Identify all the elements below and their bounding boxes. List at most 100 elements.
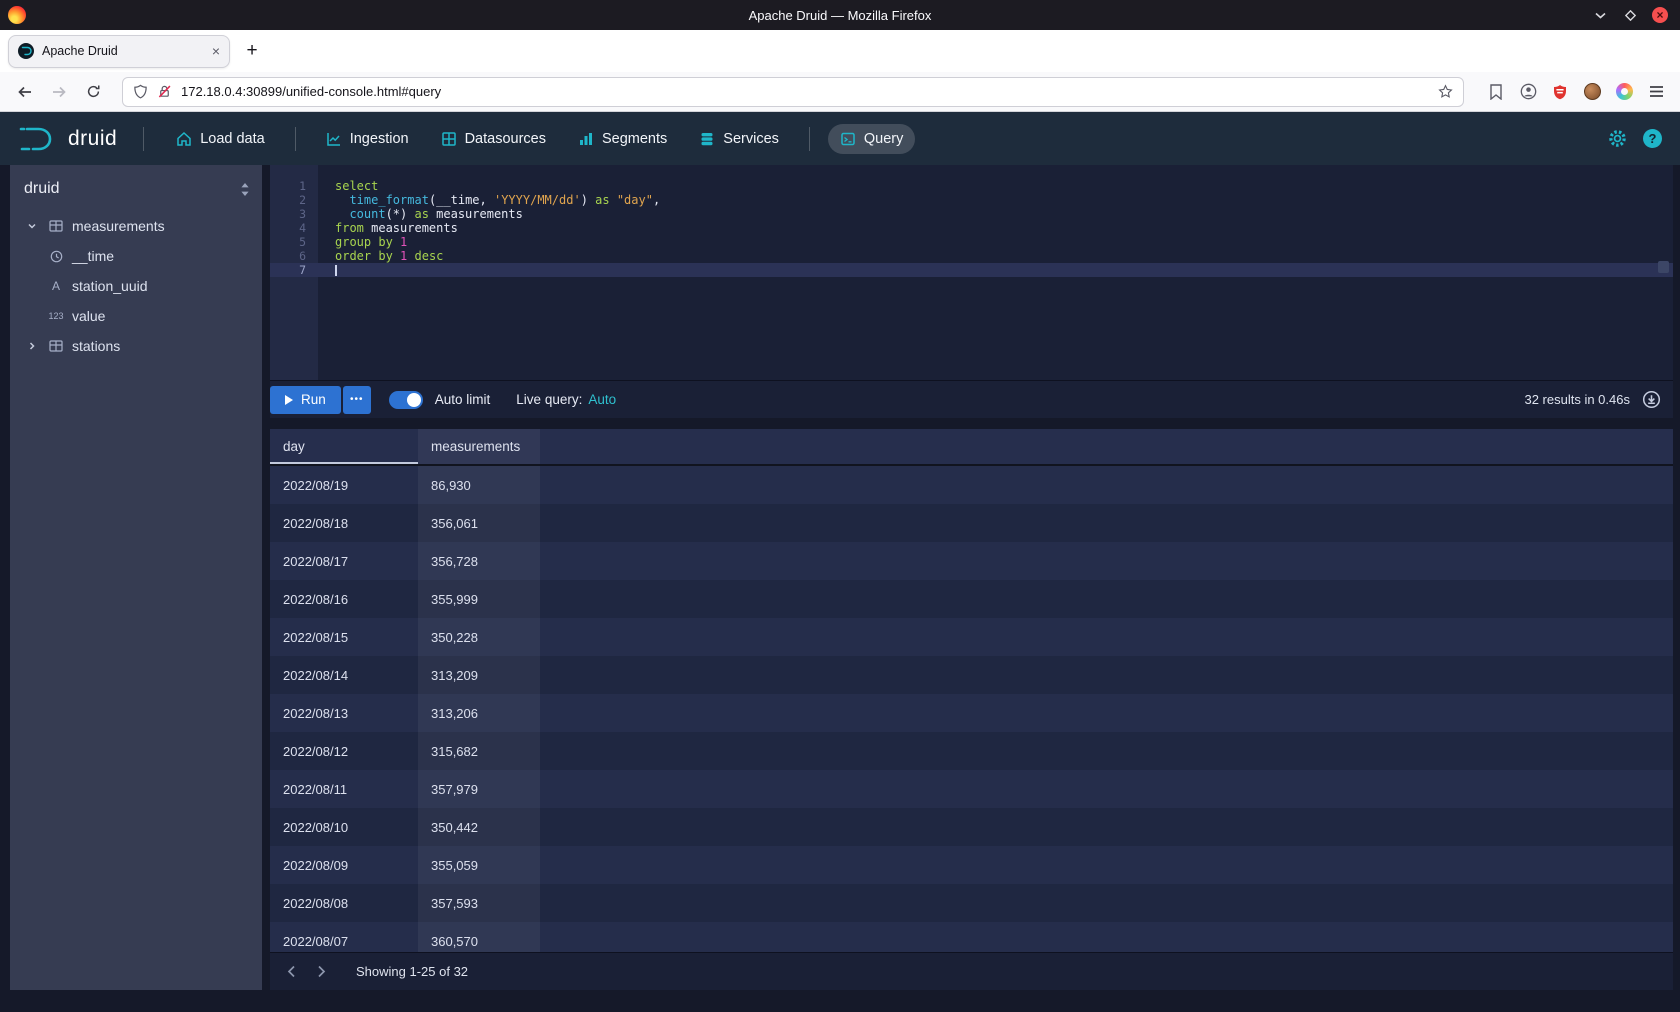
url-bar[interactable]: 172.18.0.4:30899/unified-console.html#qu… [122, 77, 1464, 107]
day-cell[interactable]: 2022/08/15 [270, 618, 418, 656]
reload-button[interactable] [78, 78, 108, 106]
nav-ingestion[interactable]: Ingestion [314, 124, 421, 154]
druid-logo-icon[interactable] [18, 124, 54, 154]
window-maximize-button[interactable] [1622, 7, 1638, 23]
forward-button[interactable] [44, 78, 74, 106]
tracking-shield-icon[interactable] [133, 84, 148, 99]
editor-line[interactable]: time_format(__time, 'YYYY/MM/dd') as "da… [318, 193, 1673, 207]
tree-item-station-uuid[interactable]: A station_uuid [10, 271, 262, 301]
avatar [1584, 83, 1601, 100]
measurements-cell[interactable]: 357,593 [418, 884, 540, 922]
measurements-cell[interactable]: 86,930 [418, 466, 540, 504]
measurements-cell[interactable]: 357,979 [418, 770, 540, 808]
day-cell[interactable]: 2022/08/07 [270, 922, 418, 952]
pinwheel-extension-icon[interactable] [1610, 78, 1638, 106]
editor-line[interactable]: order by 1 desc [318, 249, 1673, 263]
window-minimize-button[interactable] [1592, 7, 1608, 23]
day-cell[interactable]: 2022/08/08 [270, 884, 418, 922]
chevron-down-icon[interactable] [24, 221, 40, 231]
measurements-cell[interactable]: 350,442 [418, 808, 540, 846]
play-icon [285, 395, 293, 405]
table-row: 2022/08/16355,999 [270, 580, 1673, 618]
day-cell[interactable]: 2022/08/09 [270, 846, 418, 884]
download-results-icon[interactable] [1642, 390, 1661, 409]
day-cell[interactable]: 2022/08/12 [270, 732, 418, 770]
day-cell[interactable]: 2022/08/17 [270, 542, 418, 580]
day-cell[interactable]: 2022/08/16 [270, 580, 418, 618]
measurements-cell[interactable]: 355,999 [418, 580, 540, 618]
day-cell[interactable]: 2022/08/11 [270, 770, 418, 808]
run-button[interactable]: Run [270, 386, 341, 414]
text-cursor [335, 265, 337, 276]
measurements-cell[interactable]: 360,570 [418, 922, 540, 952]
tab-close-icon[interactable]: × [212, 43, 220, 59]
run-more-options-button[interactable]: ••• [343, 386, 371, 414]
measurements-cell[interactable]: 355,059 [418, 846, 540, 884]
day-cell[interactable]: 2022/08/18 [270, 504, 418, 542]
tree-label: stations [72, 338, 120, 354]
nav-segments[interactable]: Segments [566, 124, 679, 154]
measurements-cell[interactable]: 356,061 [418, 504, 540, 542]
live-query-value[interactable]: Auto [588, 392, 616, 407]
schema-title: druid [24, 180, 240, 198]
column-header-measurements[interactable]: measurements [418, 429, 540, 464]
nav-label: Query [864, 131, 904, 147]
double-caret-sort-icon[interactable] [240, 182, 250, 197]
measurements-cell[interactable]: 315,682 [418, 732, 540, 770]
measurements-cell[interactable]: 313,206 [418, 694, 540, 732]
editor-line[interactable]: select [318, 179, 1673, 193]
browser-tab[interactable]: Apache Druid × [8, 35, 230, 68]
auto-limit-toggle[interactable] [389, 391, 423, 409]
tree-item-measurements[interactable]: measurements [10, 211, 262, 241]
day-cell[interactable]: 2022/08/14 [270, 656, 418, 694]
day-cell[interactable]: 2022/08/19 [270, 466, 418, 504]
tree-item-value[interactable]: 123 value [10, 301, 262, 331]
load-data-icon [176, 131, 192, 147]
day-cell[interactable]: 2022/08/10 [270, 808, 418, 846]
nav-services[interactable]: Services [687, 124, 791, 154]
editor-lines[interactable]: select time_format(__time, 'YYYY/MM/dd')… [318, 165, 1673, 380]
druid-header: druid Load data Ingestion Datasources [0, 112, 1680, 165]
nav-datasources[interactable]: Datasources [429, 124, 558, 154]
account-icon[interactable] [1514, 78, 1542, 106]
nav-query[interactable]: Query [828, 124, 916, 154]
measurements-cell[interactable]: 356,728 [418, 542, 540, 580]
connection-not-secure-lock-icon[interactable] [157, 84, 172, 99]
new-tab-button[interactable]: + [238, 37, 266, 65]
tree-item-time[interactable]: __time [10, 241, 262, 271]
tree-item-stations[interactable]: stations [10, 331, 262, 361]
table-row: 2022/08/11357,979 [270, 770, 1673, 808]
table-row: 2022/08/15350,228 [270, 618, 1673, 656]
url-text[interactable]: 172.18.0.4:30899/unified-console.html#qu… [181, 84, 1429, 99]
avatar-extension-icon[interactable] [1578, 78, 1606, 106]
back-button[interactable] [10, 78, 40, 106]
sql-editor[interactable]: 1234567 select time_format(__time, 'YYYY… [270, 165, 1673, 380]
ublock-origin-icon[interactable] [1546, 78, 1574, 106]
ingestion-icon [326, 131, 342, 147]
editor-gutter: 1234567 [270, 165, 318, 380]
titlebar[interactable]: Apache Druid — Mozilla Firefox × [0, 0, 1680, 30]
editor-scrollbar-thumb[interactable] [1658, 261, 1669, 273]
editor-line[interactable] [318, 263, 1673, 277]
editor-line[interactable]: count(*) as measurements [318, 207, 1673, 221]
query-icon [840, 131, 856, 147]
help-icon[interactable]: ? [1643, 129, 1662, 148]
pocket-save-icon[interactable] [1482, 78, 1510, 106]
window-close-button[interactable]: × [1652, 7, 1668, 23]
measurements-cell[interactable]: 313,209 [418, 656, 540, 694]
menu-icon[interactable] [1642, 78, 1670, 106]
editor-line[interactable]: from measurements [318, 221, 1673, 235]
settings-gear-icon[interactable] [1608, 129, 1627, 148]
nav-load-data[interactable]: Load data [164, 124, 277, 154]
next-page-icon[interactable] [306, 958, 336, 986]
chevron-right-icon[interactable] [24, 341, 40, 351]
results-header: day measurements [270, 429, 1673, 466]
pinwheel-icon [1616, 83, 1633, 100]
bookmark-star-icon[interactable] [1438, 84, 1453, 99]
measurements-cell[interactable]: 350,228 [418, 618, 540, 656]
day-cell[interactable]: 2022/08/13 [270, 694, 418, 732]
previous-page-icon[interactable] [276, 958, 306, 986]
editor-line[interactable]: group by 1 [318, 235, 1673, 249]
column-header-day[interactable]: day [270, 429, 418, 464]
druid-brand[interactable]: druid [68, 127, 117, 151]
